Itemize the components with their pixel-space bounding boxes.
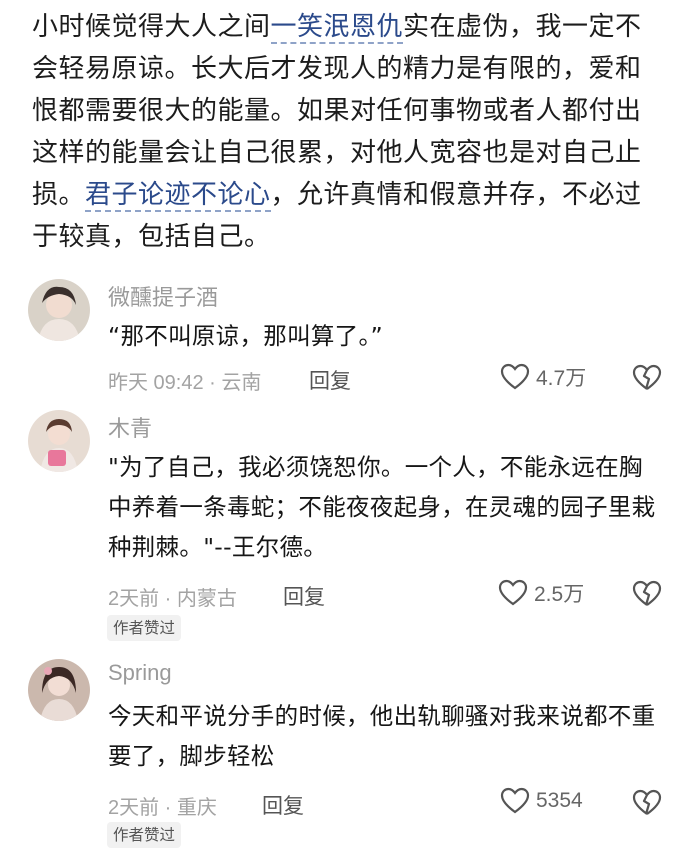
heart-outline-icon (498, 579, 528, 606)
like-button[interactable]: 4.7万 (500, 362, 586, 392)
comment-text: 今天和平说分手的时候，他出轨聊骚对我来说都不重要了，脚步轻松 (108, 702, 656, 770)
comment-meta: 2天前 · 内蒙古 (108, 588, 237, 610)
reply-button[interactable]: 回复 (309, 365, 351, 395)
comment-item: 木青 "为了自己，我必须饶恕你。一个人，不能永远在胸中养着一条毒蛇；不能夜夜起身… (0, 405, 690, 645)
reply-button[interactable]: 回复 (283, 581, 325, 611)
user-avatar[interactable] (28, 279, 90, 341)
comment-username[interactable]: 微醺提子酒 (108, 280, 218, 312)
like-count: 5354 (536, 789, 583, 812)
user-avatar[interactable] (28, 659, 90, 721)
broken-heart-icon[interactable] (632, 580, 662, 608)
comment-meta: 2天前 · 重庆 (108, 797, 217, 819)
author-liked-badge: 作者赞过 (107, 615, 182, 641)
like-count: 4.7万 (536, 367, 587, 390)
hashtag-link-junzi[interactable]: 君子论迹不论心 (85, 180, 271, 212)
post-body: 小时候觉得大人之间一笑泯恩仇实在虚伪，我一定不会轻易原谅。长大后才发现人的精力是… (32, 6, 662, 258)
reply-button[interactable]: 回复 (262, 790, 304, 820)
author-liked-badge: 作者赞过 (107, 822, 182, 848)
user-avatar[interactable] (28, 410, 90, 472)
like-button[interactable]: 5354 (500, 787, 583, 815)
comment-item: 微醺提子酒 “那不叫原谅，那叫算了。” 昨天 09:42 · 云南 回复 4.7… (0, 272, 690, 402)
comment-item: Spring 今天和平说分手的时候，他出轨聊骚对我来说都不重要了，脚步轻松 2天… (0, 655, 690, 855)
comment-username[interactable]: 木青 (108, 411, 152, 443)
comment-text: “那不叫原谅，那叫算了。” (108, 322, 383, 350)
post-text-before: 小时候觉得大人之间 (32, 12, 271, 42)
like-count: 2.5万 (534, 583, 585, 606)
comment-text: "为了自己，我必须饶恕你。一个人，不能永远在胸中养着一条毒蛇；不能夜夜起身，在灵… (108, 453, 656, 561)
broken-heart-icon[interactable] (632, 789, 662, 817)
heart-outline-icon (500, 363, 530, 390)
like-button[interactable]: 2.5万 (498, 578, 584, 608)
broken-heart-icon[interactable] (632, 364, 662, 392)
hashtag-link-yixiaominenchou[interactable]: 一笑泯恩仇 (270, 12, 404, 44)
comment-username[interactable]: Spring (108, 660, 172, 686)
heart-outline-icon (500, 787, 530, 814)
comment-meta: 昨天 09:42 · 云南 (108, 372, 262, 394)
